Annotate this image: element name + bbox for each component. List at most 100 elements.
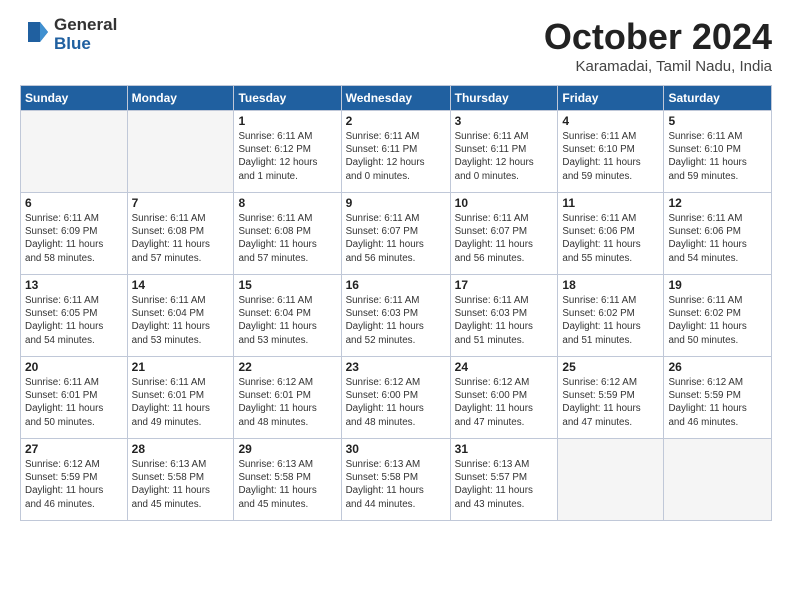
calendar-cell: 28 Sunrise: 6:13 AMSunset: 5:58 PMDayligh… <box>127 439 234 521</box>
logo-icon <box>20 17 50 47</box>
cell-day-number: 15 <box>238 278 336 292</box>
calendar-cell: 19 Sunrise: 6:11 AMSunset: 6:02 PMDayligh… <box>664 275 772 357</box>
col-header-thursday: Thursday <box>450 86 558 111</box>
calendar-cell: 12 Sunrise: 6:11 AMSunset: 6:06 PMDayligh… <box>664 193 772 275</box>
cell-day-number: 22 <box>238 360 336 374</box>
calendar-cell <box>127 111 234 193</box>
cell-info: Sunrise: 6:11 AMSunset: 6:01 PMDaylight:… <box>132 376 230 429</box>
cell-info: Sunrise: 6:11 AMSunset: 6:08 PMDaylight:… <box>132 212 230 265</box>
cell-info: Sunrise: 6:12 AMSunset: 5:59 PMDaylight:… <box>668 376 767 429</box>
cell-info: Sunrise: 6:11 AMSunset: 6:02 PMDaylight:… <box>562 294 659 347</box>
calendar-cell <box>558 439 664 521</box>
cell-info: Sunrise: 6:11 AMSunset: 6:06 PMDaylight:… <box>562 212 659 265</box>
calendar-table: SundayMondayTuesdayWednesdayThursdayFrid… <box>20 85 772 521</box>
cell-day-number: 24 <box>455 360 554 374</box>
calendar-cell: 25 Sunrise: 6:12 AMSunset: 5:59 PMDayligh… <box>558 357 664 439</box>
cell-day-number: 6 <box>25 196 123 210</box>
col-header-monday: Monday <box>127 86 234 111</box>
page: General Blue October 2024 Karamadai, Tam… <box>0 0 792 612</box>
cell-info: Sunrise: 6:12 AMSunset: 6:00 PMDaylight:… <box>455 376 554 429</box>
calendar-week-2: 13 Sunrise: 6:11 AMSunset: 6:05 PMDayligh… <box>21 275 772 357</box>
calendar-cell: 29 Sunrise: 6:13 AMSunset: 5:58 PMDayligh… <box>234 439 341 521</box>
calendar-cell: 20 Sunrise: 6:11 AMSunset: 6:01 PMDayligh… <box>21 357 128 439</box>
cell-day-number: 30 <box>346 442 446 456</box>
calendar-cell: 23Sunrise: 6:12 AMSunset: 6:00 PMDayligh… <box>341 357 450 439</box>
location: Karamadai, Tamil Nadu, India <box>544 58 772 75</box>
logo-blue: Blue <box>54 35 117 54</box>
cell-info: Sunrise: 6:11 AMSunset: 6:10 PMDaylight:… <box>668 130 767 183</box>
calendar-cell: 5 Sunrise: 6:11 AMSunset: 6:10 PMDaylight… <box>664 111 772 193</box>
cell-info: Sunrise: 6:12 AMSunset: 5:59 PMDaylight:… <box>562 376 659 429</box>
cell-day-number: 13 <box>25 278 123 292</box>
cell-day-number: 20 <box>25 360 123 374</box>
cell-day-number: 4 <box>562 114 659 128</box>
cell-day-number: 5 <box>668 114 767 128</box>
calendar-cell: 9Sunrise: 6:11 AMSunset: 6:07 PMDaylight… <box>341 193 450 275</box>
cell-day-number: 17 <box>455 278 554 292</box>
cell-info: Sunrise: 6:11 AMSunset: 6:10 PMDaylight:… <box>562 130 659 183</box>
calendar-cell: 21 Sunrise: 6:11 AMSunset: 6:01 PMDayligh… <box>127 357 234 439</box>
cell-info: Sunrise: 6:13 AMSunset: 5:57 PMDaylight:… <box>455 458 554 511</box>
calendar-cell: 14 Sunrise: 6:11 AMSunset: 6:04 PMDayligh… <box>127 275 234 357</box>
calendar-cell: 16Sunrise: 6:11 AMSunset: 6:03 PMDayligh… <box>341 275 450 357</box>
calendar-cell: 18 Sunrise: 6:11 AMSunset: 6:02 PMDayligh… <box>558 275 664 357</box>
cell-day-number: 3 <box>455 114 554 128</box>
calendar-cell: 27 Sunrise: 6:12 AMSunset: 5:59 PMDayligh… <box>21 439 128 521</box>
cell-day-number: 9 <box>346 196 446 210</box>
calendar-cell: 4 Sunrise: 6:11 AMSunset: 6:10 PMDaylight… <box>558 111 664 193</box>
calendar-week-3: 20 Sunrise: 6:11 AMSunset: 6:01 PMDayligh… <box>21 357 772 439</box>
cell-day-number: 10 <box>455 196 554 210</box>
cell-day-number: 25 <box>562 360 659 374</box>
logo-general: General <box>54 16 117 35</box>
calendar-cell: 1Sunrise: 6:11 AMSunset: 6:12 PMDaylight… <box>234 111 341 193</box>
cell-day-number: 27 <box>25 442 123 456</box>
calendar-cell: 6 Sunrise: 6:11 AMSunset: 6:09 PMDaylight… <box>21 193 128 275</box>
calendar-cell: 13 Sunrise: 6:11 AMSunset: 6:05 PMDayligh… <box>21 275 128 357</box>
cell-day-number: 14 <box>132 278 230 292</box>
col-header-saturday: Saturday <box>664 86 772 111</box>
cell-info: Sunrise: 6:11 AMSunset: 6:03 PMDaylight:… <box>346 294 446 347</box>
cell-day-number: 28 <box>132 442 230 456</box>
calendar-cell: 11Sunrise: 6:11 AMSunset: 6:06 PMDayligh… <box>558 193 664 275</box>
cell-info: Sunrise: 6:11 AMSunset: 6:11 PMDaylight:… <box>455 130 554 183</box>
cell-day-number: 31 <box>455 442 554 456</box>
cell-day-number: 26 <box>668 360 767 374</box>
cell-info: Sunrise: 6:11 AMSunset: 6:03 PMDaylight:… <box>455 294 554 347</box>
cell-day-number: 7 <box>132 196 230 210</box>
cell-info: Sunrise: 6:11 AMSunset: 6:05 PMDaylight:… <box>25 294 123 347</box>
calendar-cell: 22Sunrise: 6:12 AMSunset: 6:01 PMDayligh… <box>234 357 341 439</box>
cell-info: Sunrise: 6:13 AMSunset: 5:58 PMDaylight:… <box>238 458 336 511</box>
cell-info: Sunrise: 6:11 AMSunset: 6:09 PMDaylight:… <box>25 212 123 265</box>
cell-day-number: 1 <box>238 114 336 128</box>
cell-day-number: 12 <box>668 196 767 210</box>
header: General Blue October 2024 Karamadai, Tam… <box>20 16 772 75</box>
calendar-cell: 17 Sunrise: 6:11 AMSunset: 6:03 PMDayligh… <box>450 275 558 357</box>
calendar-cell: 15Sunrise: 6:11 AMSunset: 6:04 PMDayligh… <box>234 275 341 357</box>
cell-info: Sunrise: 6:11 AMSunset: 6:06 PMDaylight:… <box>668 212 767 265</box>
month-title: October 2024 <box>544 16 772 58</box>
cell-info: Sunrise: 6:11 AMSunset: 6:08 PMDaylight:… <box>238 212 336 265</box>
col-header-sunday: Sunday <box>21 86 128 111</box>
cell-day-number: 29 <box>238 442 336 456</box>
logo: General Blue <box>20 16 117 53</box>
cell-day-number: 21 <box>132 360 230 374</box>
cell-info: Sunrise: 6:11 AMSunset: 6:04 PMDaylight:… <box>132 294 230 347</box>
cell-day-number: 23 <box>346 360 446 374</box>
calendar-cell: 8 Sunrise: 6:11 AMSunset: 6:08 PMDaylight… <box>234 193 341 275</box>
cell-day-number: 18 <box>562 278 659 292</box>
col-header-friday: Friday <box>558 86 664 111</box>
calendar-cell: 26 Sunrise: 6:12 AMSunset: 5:59 PMDayligh… <box>664 357 772 439</box>
calendar-cell: 7 Sunrise: 6:11 AMSunset: 6:08 PMDaylight… <box>127 193 234 275</box>
cell-day-number: 19 <box>668 278 767 292</box>
cell-info: Sunrise: 6:13 AMSunset: 5:58 PMDaylight:… <box>132 458 230 511</box>
calendar-week-0: 1Sunrise: 6:11 AMSunset: 6:12 PMDaylight… <box>21 111 772 193</box>
cell-info: Sunrise: 6:12 AMSunset: 5:59 PMDaylight:… <box>25 458 123 511</box>
cell-day-number: 8 <box>238 196 336 210</box>
calendar-week-4: 27 Sunrise: 6:12 AMSunset: 5:59 PMDayligh… <box>21 439 772 521</box>
col-header-tuesday: Tuesday <box>234 86 341 111</box>
calendar-header-row: SundayMondayTuesdayWednesdayThursdayFrid… <box>21 86 772 111</box>
cell-info: Sunrise: 6:11 AMSunset: 6:01 PMDaylight:… <box>25 376 123 429</box>
cell-info: Sunrise: 6:11 AMSunset: 6:11 PMDaylight:… <box>346 130 446 183</box>
cell-info: Sunrise: 6:11 AMSunset: 6:02 PMDaylight:… <box>668 294 767 347</box>
calendar-cell <box>21 111 128 193</box>
